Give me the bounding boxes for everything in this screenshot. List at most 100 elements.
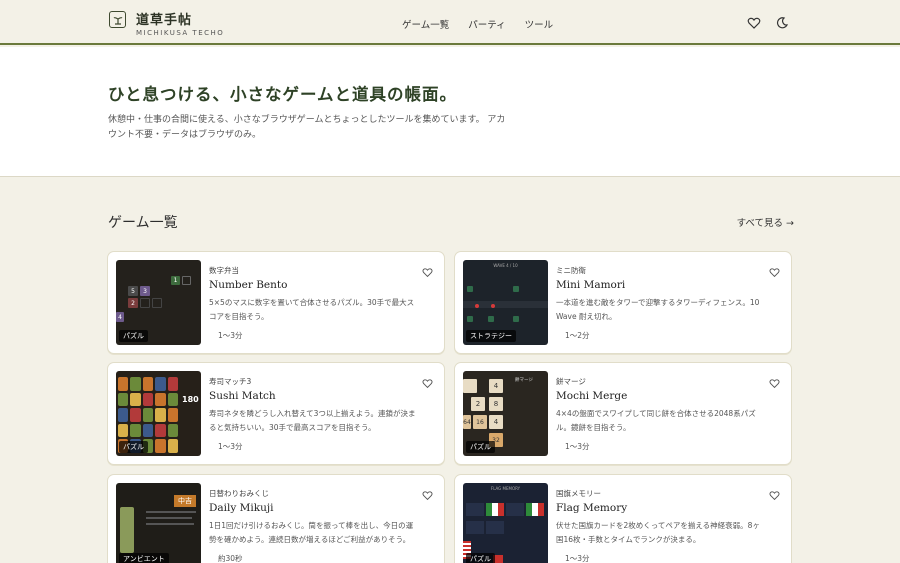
thumbnail-number-bento: 5 3 2 1 4 パズル: [116, 260, 201, 345]
flag-italy: [526, 503, 544, 516]
card-category: 日替わりおみくじ: [209, 489, 269, 498]
tile: 1: [171, 276, 180, 285]
logo-icon[interactable]: [109, 11, 126, 28]
tile: 4: [489, 415, 503, 429]
card-playtime: 1〜3分: [218, 442, 243, 451]
text-line: [146, 511, 196, 513]
thumbnail-sushi-match: 180 パズル: [116, 371, 201, 456]
card-description: 1日1回だけ引けるおみくじ。筒を振って棒を出し、今日の運勢を確かめよう。連続日数…: [209, 521, 414, 544]
card-category: 国旗メモリー: [556, 489, 601, 498]
game-card-number-bento[interactable]: 5 3 2 1 4 パズル 数字弁当 Number Bento 5×5のマスに数…: [107, 251, 445, 354]
main-nav: ゲーム一覧 パーティ ツール: [402, 17, 553, 31]
tile: 8: [489, 397, 503, 411]
tile: 2: [128, 298, 138, 308]
card-category: 数字弁当: [209, 266, 239, 275]
tile: 64: [463, 415, 471, 429]
favorites-heart-icon[interactable]: [747, 15, 761, 29]
favorite-heart-icon[interactable]: [769, 263, 780, 278]
thumbnail-mini-mamori: WAVE 4 / 10 ストラテジー: [463, 260, 548, 345]
wave-label: WAVE 4 / 10: [493, 263, 518, 268]
genre-tag: アンビエント: [119, 553, 169, 563]
tile: 3: [140, 286, 150, 296]
mikuji-tube: [120, 507, 134, 553]
card-playtime: 1〜3分: [565, 554, 590, 563]
card-playtime: 1〜3分: [565, 442, 590, 451]
favorite-heart-icon[interactable]: [422, 374, 433, 389]
tower: [467, 286, 473, 292]
game-card-sushi-match[interactable]: 180 パズル 寿司マッチ3 Sushi Match 寿司ネタを隣どうし入れ替え…: [107, 362, 445, 465]
hero-section: ひと息つける、小さなゲームと道具の帳面。 休憩中・仕事の合間に使える、小さなブラ…: [0, 47, 900, 177]
hero-description: 休憩中・仕事の合間に使える、小さなブラウザゲームとちょっとしたツールを集めていま…: [108, 115, 506, 140]
tower: [488, 316, 494, 322]
game-card-mochi-merge[interactable]: 餅マージ 4 2 8 64 16 4 32 パズル 餅マージ Mochi Mer…: [454, 362, 792, 465]
game-card-mini-mamori[interactable]: WAVE 4 / 10 ストラテジー ミニ防衛 Mini Mamori 一本道を…: [454, 251, 792, 354]
card-category: ミニ防衛: [556, 266, 586, 275]
nav-games[interactable]: ゲーム一覧: [402, 17, 449, 31]
tile: [140, 298, 150, 308]
score: 180: [182, 395, 199, 404]
game-card-daily-mikuji[interactable]: 中吉 アンビエント 日替わりおみくじ Daily Mikuji 1日1回だけ引け…: [107, 474, 445, 563]
favorite-heart-icon[interactable]: [422, 263, 433, 278]
text-line: [146, 517, 192, 519]
section-title: ゲーム一覧: [108, 215, 178, 231]
fortune-badge: 中吉: [174, 495, 196, 507]
thumbnail-flag-memory: FLAG MEMORY パズル: [463, 483, 548, 563]
brand-subtitle: MICHIKUSA TECHO: [136, 29, 225, 37]
tile: 2: [471, 397, 485, 411]
card-back: [466, 503, 484, 516]
card-playtime: 約30秒: [218, 554, 243, 563]
flag-header: FLAG MEMORY: [490, 486, 521, 491]
card-description: 4×4の盤面でスワイプして同じ餅を合体させる2048系パズル。鏡餅を目指そう。: [556, 409, 756, 432]
genre-tag: パズル: [119, 441, 148, 453]
tower: [513, 286, 519, 292]
nav-party[interactable]: パーティ: [468, 17, 505, 31]
card-title[interactable]: Mini Mamori: [556, 279, 625, 291]
thumbnail-daily-mikuji: 中吉 アンビエント: [116, 483, 201, 563]
site-header: 道草手帖 MICHIKUSA TECHO ゲーム一覧 パーティ ツール: [0, 0, 900, 45]
enemy-dot: [475, 304, 479, 308]
tile: 4: [489, 379, 503, 393]
card-description: 一本道を進む敵をタワーで迎撃するタワーディフェンス。10 Wave 耐え切れ。: [556, 298, 760, 321]
genre-tag: ストラテジー: [466, 330, 516, 342]
card-category: 餅マージ: [556, 377, 586, 386]
tile: 16: [473, 415, 487, 429]
flag-italy: [486, 503, 504, 516]
card-title[interactable]: Daily Mikuji: [209, 502, 274, 514]
favorite-heart-icon[interactable]: [422, 486, 433, 501]
card-title[interactable]: Flag Memory: [556, 502, 627, 514]
genre-tag: パズル: [119, 330, 148, 342]
card-playtime: 1〜2分: [565, 331, 590, 340]
card-playtime: 1〜3分: [218, 331, 243, 340]
brand-name[interactable]: 道草手帖: [136, 9, 192, 28]
card-back: [486, 521, 504, 534]
tile: [182, 276, 191, 285]
card-description: 5×5のマスに数字を置いて合体させるパズル。30手で最大スコアを目指そう。: [209, 298, 415, 321]
card-back: [466, 521, 484, 534]
thumbnail-mochi-merge: 餅マージ 4 2 8 64 16 4 32 パズル: [463, 371, 548, 456]
tile: [463, 379, 477, 393]
tile: [152, 298, 162, 308]
favorite-heart-icon[interactable]: [769, 374, 780, 389]
see-all-link[interactable]: すべて見る →: [737, 215, 794, 229]
game-card-flag-memory[interactable]: FLAG MEMORY パズル 国旗メモリー Flag Memory 伏せた国旗…: [454, 474, 792, 563]
card-back: [506, 503, 524, 516]
genre-tag: パズル: [466, 553, 495, 563]
card-title[interactable]: Number Bento: [209, 279, 287, 291]
dark-mode-moon-icon[interactable]: [775, 15, 789, 29]
hero-title: ひと息つける、小さなゲームと道具の帳面。: [108, 85, 458, 104]
tower: [513, 316, 519, 322]
card-description: 寿司ネタを隣どうし入れ替えて3つ以上揃えよう。連鎖が決まると気持ちいい。30手で…: [209, 409, 416, 432]
text-line: [146, 523, 194, 525]
enemy-dot: [491, 304, 495, 308]
genre-tag: パズル: [466, 441, 495, 453]
card-title[interactable]: Sushi Match: [209, 390, 276, 402]
favorite-heart-icon[interactable]: [769, 486, 780, 501]
card-title[interactable]: Mochi Merge: [556, 390, 627, 402]
mochi-title: 餅マージ: [515, 378, 533, 383]
card-description: 伏せた国旗カードを2枚めくってペアを揃える神経衰弱。8ヶ国16枚・手数とタイムで…: [556, 521, 760, 544]
card-category: 寿司マッチ3: [209, 377, 252, 386]
nav-tools[interactable]: ツール: [525, 17, 554, 31]
tile: 5: [128, 286, 138, 296]
tower: [467, 316, 473, 322]
tile: 4: [116, 312, 124, 322]
